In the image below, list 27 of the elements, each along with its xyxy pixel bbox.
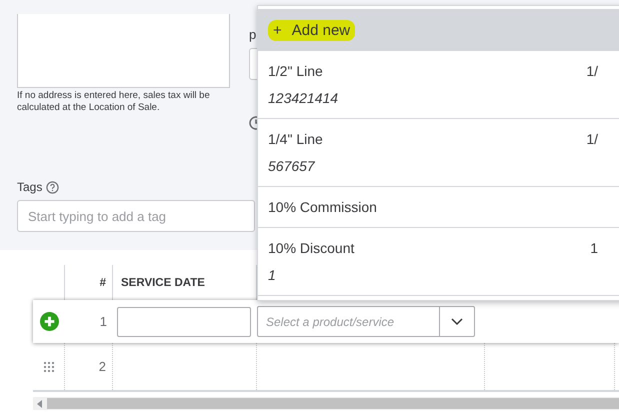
product-name: 1/2" Line xyxy=(268,63,323,79)
product-description: 123421414 xyxy=(268,90,340,106)
product-name: 10% Discount xyxy=(268,240,354,256)
product-name: 10% Commission xyxy=(268,199,377,215)
address-field[interactable] xyxy=(17,14,230,88)
add-row-icon[interactable] xyxy=(40,312,58,331)
tags-field[interactable]: Start typing to add a tag xyxy=(17,200,255,232)
product-option[interactable]: 10% Discount 1 1 xyxy=(258,228,619,296)
field-label: p xyxy=(249,28,257,42)
row-number: 2 xyxy=(65,343,113,390)
product-name: 1/4" Line xyxy=(268,131,323,147)
product-description: 567657 xyxy=(268,158,316,174)
option-column-text: 1/ xyxy=(586,63,598,79)
product-option[interactable]: 1/4" Line 1/ 567657 xyxy=(258,119,619,187)
product-option[interactable]: 1/2" Line 1/ 123421414 xyxy=(258,51,619,119)
option-column-text: 1 xyxy=(590,240,598,256)
add-new-button[interactable]: + Add new xyxy=(258,9,619,51)
option-column-text: 1/ xyxy=(586,131,598,147)
product-description: 1 xyxy=(268,267,277,283)
tags-label: Tags xyxy=(17,180,42,194)
drag-handle-icon[interactable] xyxy=(44,362,54,372)
row-number: 1 xyxy=(98,313,108,331)
help-icon[interactable] xyxy=(46,180,60,194)
date-field[interactable] xyxy=(117,306,251,336)
product-option[interactable]: 10% Commission xyxy=(258,187,619,228)
caret-icon xyxy=(451,318,463,326)
address-note: If no address is entered here, sales tax will be calculated at the Location of Sale. xyxy=(17,90,211,114)
